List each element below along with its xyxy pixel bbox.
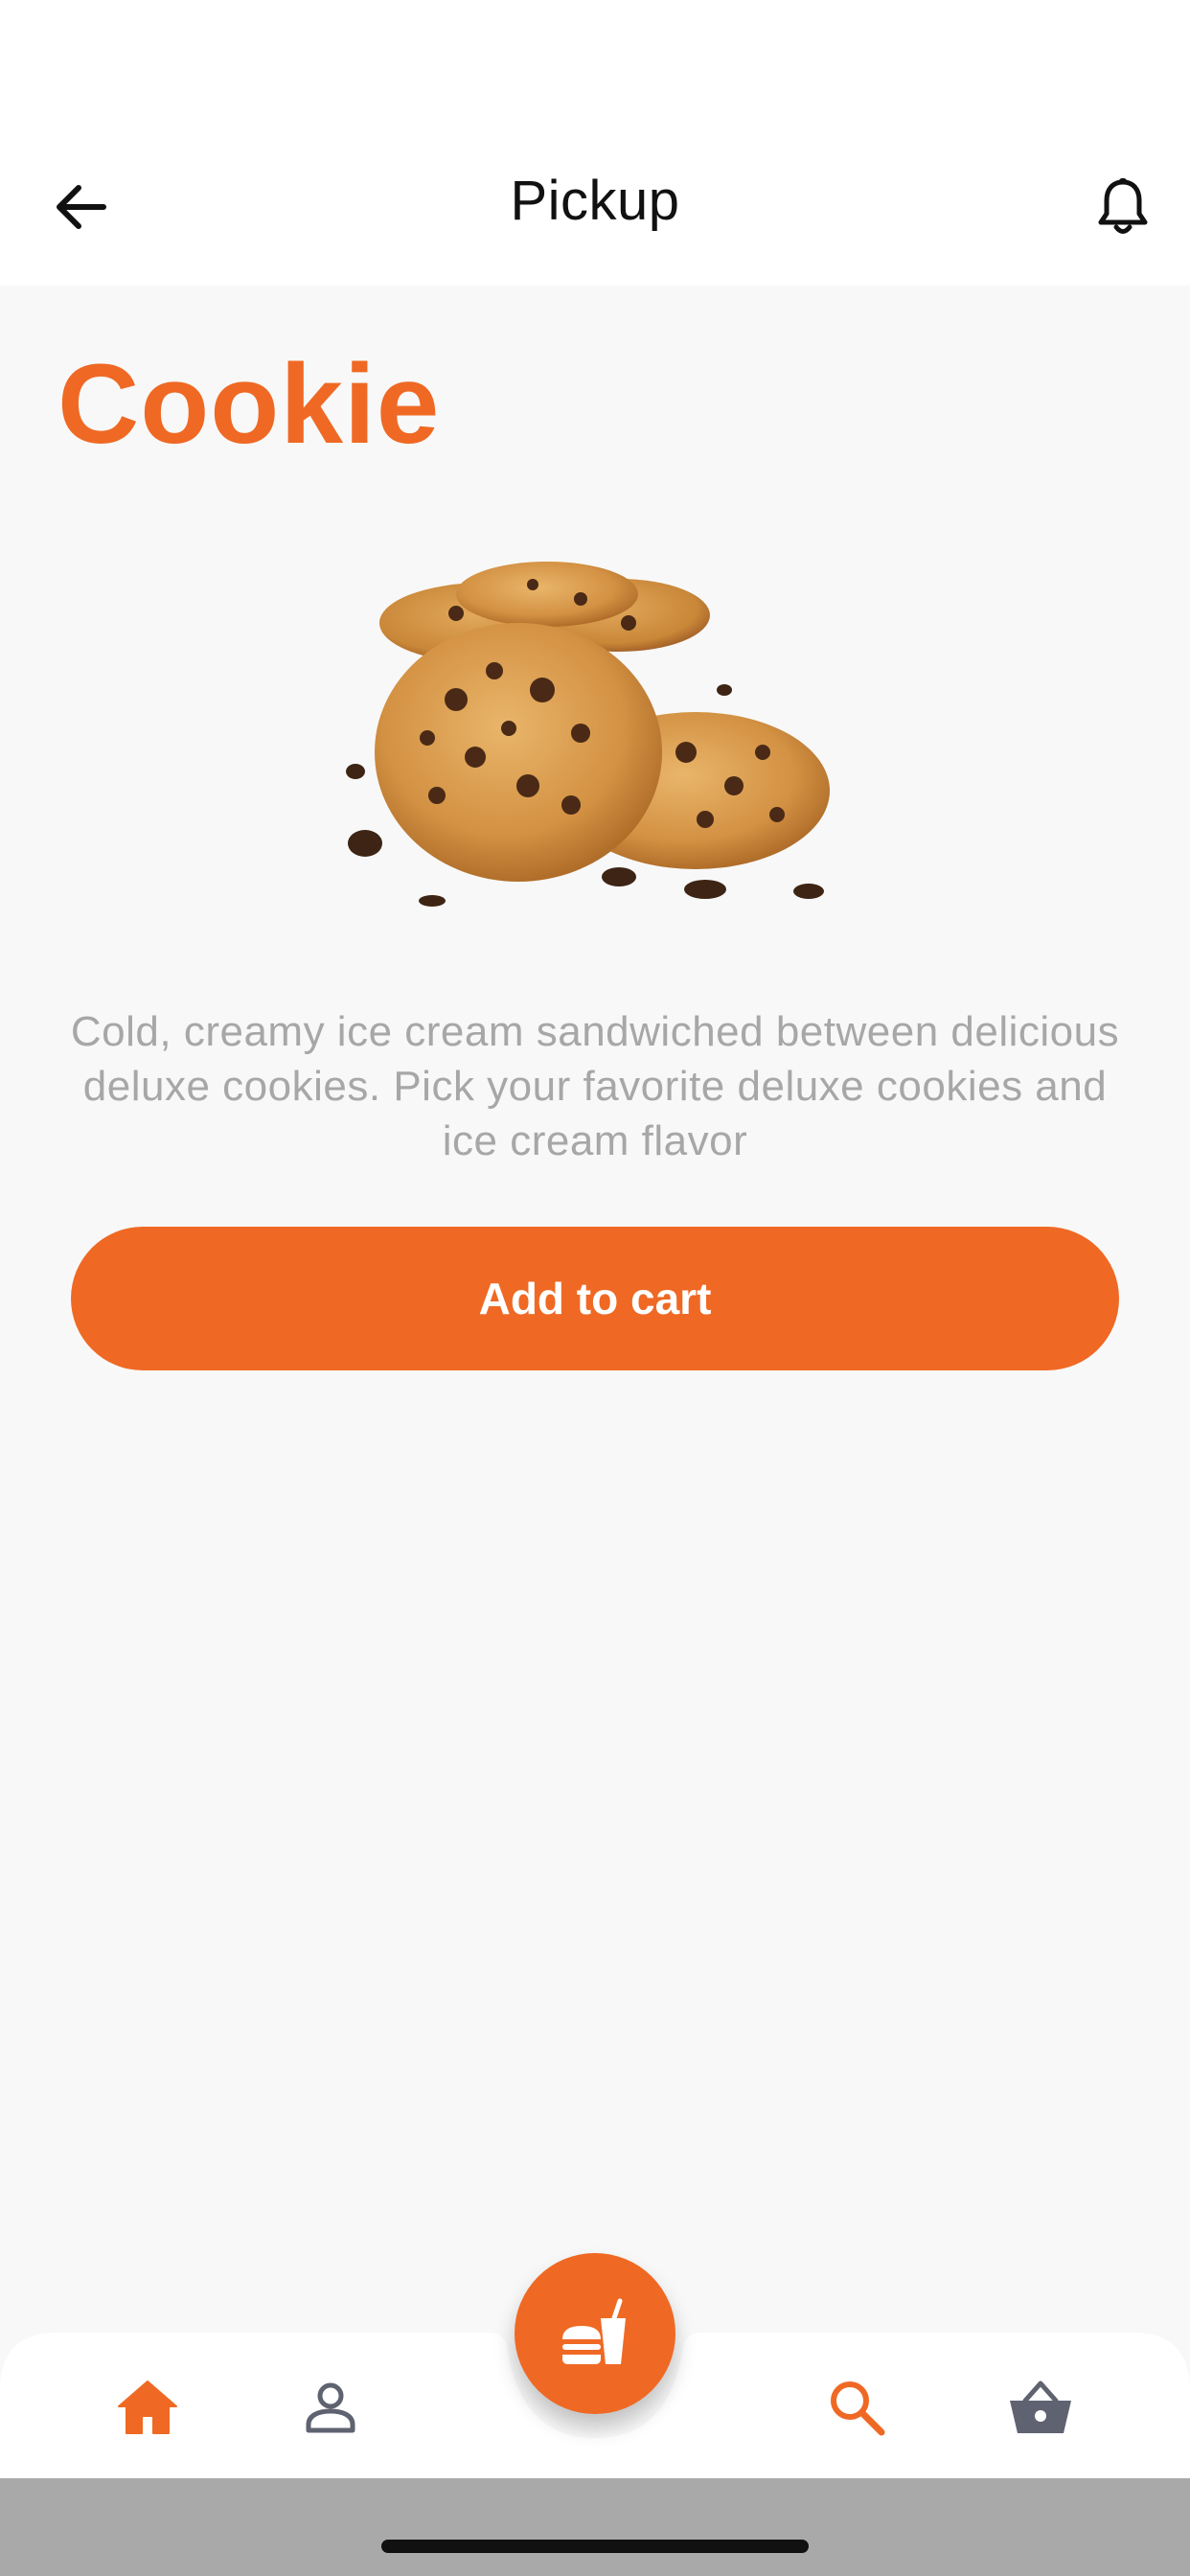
notifications-button[interactable] — [1087, 171, 1159, 243]
home-indicator[interactable] — [381, 2540, 809, 2553]
basket-icon — [1010, 2380, 1071, 2433]
menu-fab-button[interactable] — [515, 2253, 675, 2414]
product-description: Cold, creamy ice cream sandwiched betwee… — [70, 1008, 1120, 1164]
home-icon — [118, 2380, 177, 2434]
search-icon — [831, 2381, 885, 2436]
nav-basket-button[interactable] — [1002, 2369, 1079, 2446]
product-title: Cookie — [57, 341, 441, 468]
nav-home-button[interactable] — [109, 2369, 186, 2446]
home-indicator-area — [0, 2478, 1190, 2576]
page-title: Pickup — [510, 170, 680, 232]
burger-drink-icon — [562, 2298, 626, 2364]
person-icon — [306, 2382, 355, 2433]
app-header: Pickup — [0, 0, 1190, 286]
nav-search-button[interactable] — [818, 2369, 895, 2446]
product-image — [346, 562, 830, 907]
page: Pickup Cookie Cold, creamy ice cream san… — [0, 0, 1190, 2576]
bell-icon — [1098, 178, 1148, 234]
add-to-cart-button[interactable]: Add to cart — [71, 1227, 1119, 1370]
nav-profile-button[interactable] — [292, 2369, 369, 2446]
